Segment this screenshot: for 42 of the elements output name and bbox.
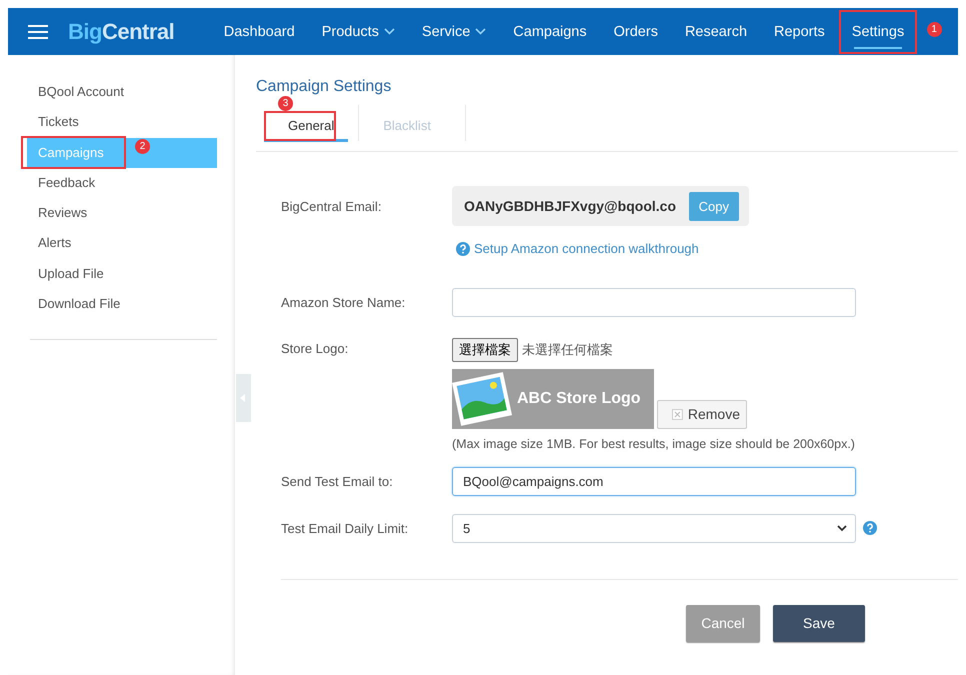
help-icon[interactable] [456, 242, 470, 256]
sidebar-item[interactable]: Alerts [24, 228, 217, 259]
field-label: BigCentral Email: [281, 199, 382, 214]
step-badge: 1 [926, 22, 942, 37]
logo[interactable]: BigCentral [68, 18, 174, 44]
help-icon[interactable] [863, 521, 877, 535]
nav-item[interactable]: Research [671, 8, 761, 55]
sidebar-item[interactable]: Reviews [24, 198, 217, 228]
remove-button[interactable]: Remove [657, 400, 747, 428]
walkthrough-link[interactable]: Setup Amazon connection walkthrough [474, 241, 699, 256]
input-field[interactable]: BQool@campaigns.com [452, 466, 856, 496]
size-hint: (Max image size 1MB. For best results, image size should be 200x60px.) [452, 436, 856, 450]
logo-text: ABC Store Logo [517, 390, 641, 408]
nav-item[interactable]: Orders [600, 8, 672, 55]
field-label: Send Test Email to: [281, 474, 394, 488]
dropdown-field[interactable]: 5 [452, 514, 856, 542]
email-value: OANyGBDHBJFXvgy@bqool.co [464, 198, 676, 214]
step-badge: 3 [278, 96, 293, 111]
page-title: Campaign Settings [256, 78, 392, 95]
sidebar-item[interactable]: Feedback [24, 168, 217, 198]
chevron-down-icon [837, 524, 847, 532]
sidebar-item[interactable]: Download File [24, 289, 217, 320]
sidebar-item[interactable]: Upload File [24, 258, 217, 290]
file-status: 未選擇任何檔案 [522, 342, 613, 358]
x-icon [672, 408, 683, 420]
nav-item[interactable]: Reports [760, 8, 838, 55]
field-label: Store Logo: [281, 340, 350, 356]
choose-file-button[interactable]: 選擇檔案 [452, 338, 518, 362]
field-label: Amazon Store Name: [281, 294, 406, 310]
menu-icon[interactable] [28, 24, 48, 40]
sidebar-item[interactable]: BQool Account [24, 77, 217, 108]
nav-item[interactable]: Service [408, 8, 500, 55]
nav-item[interactable]: Settings [838, 8, 918, 55]
collapse-handle[interactable] [236, 374, 251, 422]
nav-item[interactable]: Products [308, 8, 408, 55]
nav-item[interactable]: Dashboard [210, 8, 308, 55]
field-label: Test Email Daily Limit: [281, 520, 410, 536]
nav-item[interactable]: Campaigns [500, 8, 600, 55]
save-button[interactable]: Save [773, 604, 865, 642]
sidebar-item[interactable]: Tickets [24, 107, 217, 138]
input-field[interactable] [452, 288, 856, 316]
highlight-frame [264, 111, 336, 141]
